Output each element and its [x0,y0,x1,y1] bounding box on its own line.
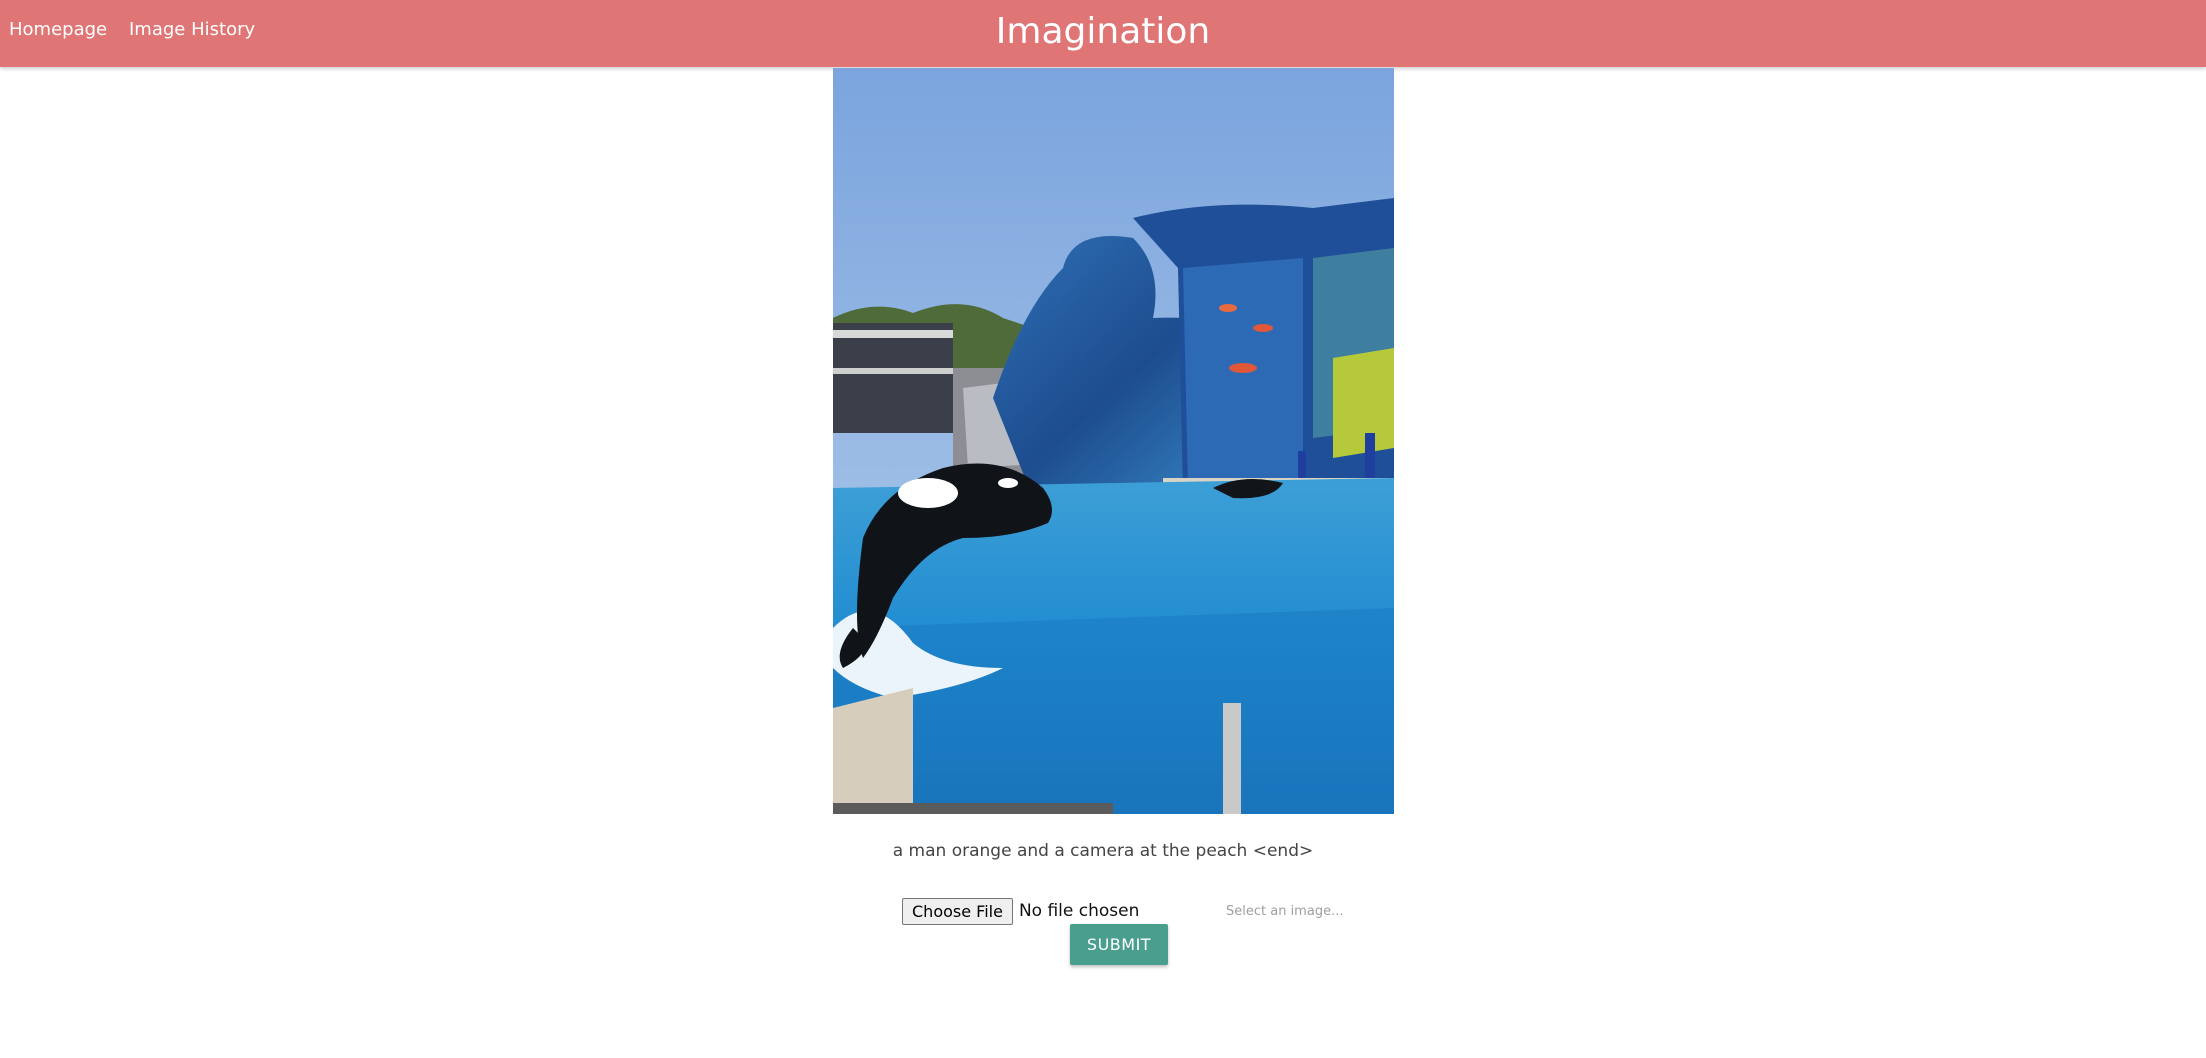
navbar: Homepage Image History Imagination [0,0,2206,67]
generated-caption: a man orange and a camera at the peach <… [892,841,1314,861]
choose-file-button[interactable]: Choose File [902,897,1013,925]
file-picker: Choose File No file chosen [902,897,1139,925]
file-path-input[interactable] [1220,899,1392,923]
brand-title: Imagination [995,11,1211,52]
uploaded-image [833,68,1394,814]
submit-button[interactable]: SUBMIT [1070,924,1168,965]
file-status-text: No file chosen [1018,901,1140,921]
